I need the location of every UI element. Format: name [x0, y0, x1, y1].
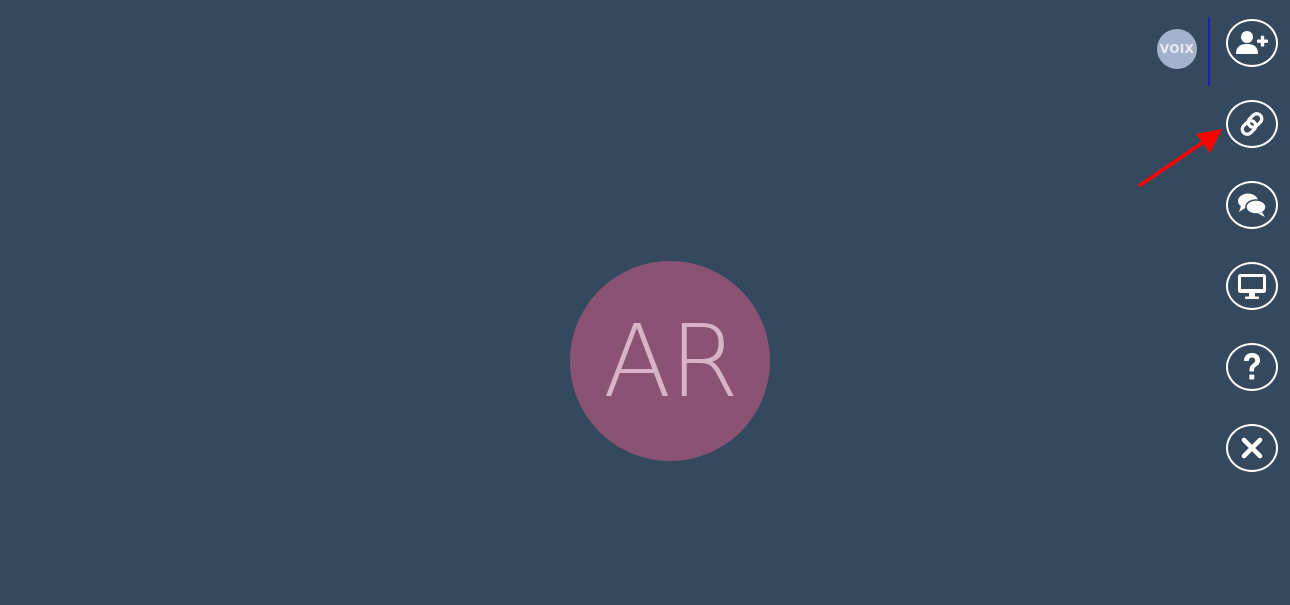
participant-initials: AR — [603, 303, 739, 420]
screen-share-button[interactable] — [1226, 262, 1278, 310]
share-link-button[interactable] — [1226, 100, 1278, 148]
close-button[interactable] — [1226, 424, 1278, 472]
close-x-icon — [1241, 437, 1263, 459]
user-plus-icon — [1236, 31, 1268, 54]
question-icon — [1244, 353, 1260, 380]
link-icon — [1240, 112, 1264, 136]
monitor-icon — [1238, 274, 1266, 299]
add-participant-button[interactable] — [1226, 19, 1278, 67]
voix-badge: VOIX — [1157, 29, 1197, 69]
chat-button[interactable] — [1226, 181, 1278, 229]
call-screen: AR VOIX — [0, 0, 1290, 605]
voix-badge-label: VOIX — [1159, 42, 1195, 56]
toolbar-divider — [1208, 17, 1210, 86]
help-button[interactable] — [1226, 343, 1278, 391]
chat-bubbles-icon — [1238, 193, 1267, 217]
participant-avatar: AR — [570, 261, 770, 461]
